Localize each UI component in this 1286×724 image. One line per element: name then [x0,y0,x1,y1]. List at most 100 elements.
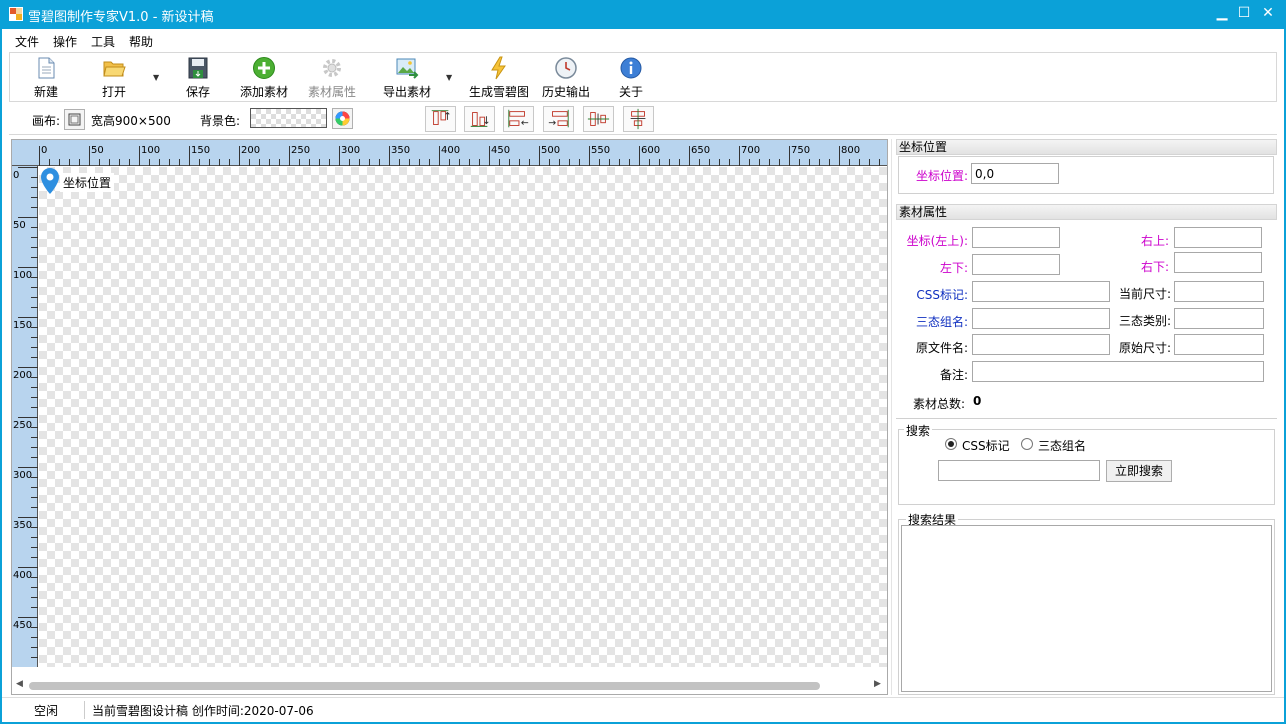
generate-sprite-button[interactable]: 生成雪碧图 [466,53,532,101]
v-ruler-label: 100 [13,270,32,281]
export-asset-button[interactable]: 导出素材 [379,53,435,101]
scroll-right-icon[interactable]: ▶ [874,679,881,689]
align-hcenter-button[interactable] [623,106,654,132]
css-mark-label: CSS标记: [916,288,968,302]
note-field[interactable] [972,361,1264,382]
coord-section-header: 坐标位置 [896,139,1277,155]
bottom-right-label: 右下: [1140,260,1169,274]
color-picker-icon[interactable] [332,108,353,129]
add-asset-label: 添加素材 [239,85,288,99]
save-disk-icon [188,57,208,79]
new-button[interactable]: 新建 [28,53,64,101]
align-left-button[interactable] [503,106,534,132]
window-title: 雪碧图制作专家V1.0 - 新设计稿 [28,10,214,25]
save-label: 保存 [185,85,210,99]
radio-css-mark[interactable] [945,438,957,450]
location-pin-icon[interactable] [40,167,60,195]
minimize-button[interactable]: ▁ [1210,0,1234,29]
status-bar: 空闲 当前雪碧图设计稿 创作时间:2020-07-06 [2,697,1284,722]
add-asset-button[interactable]: 添加素材 [236,53,292,101]
h-ruler-label: 650 [691,145,710,156]
radio-css-mark-label[interactable]: CSS标记 [962,437,1010,454]
css-mark-field[interactable] [972,281,1110,302]
orig-size-label: 原始尺寸: [1118,341,1171,355]
radio-tristate-group[interactable] [1021,438,1033,450]
open-label: 打开 [101,85,126,99]
asset-props-button[interactable]: 素材属性 [304,53,360,101]
align-right-button[interactable] [543,106,574,132]
asset-total-label: 素材总数: [912,397,965,411]
canvas-size-button[interactable] [64,109,85,130]
v-ruler-label: 200 [13,370,32,381]
v-ruler-label: 150 [13,320,32,331]
top-right-field[interactable] [1174,227,1262,248]
new-document-icon [38,57,55,79]
h-ruler-label: 550 [591,145,610,156]
align-top-button[interactable] [425,106,456,132]
current-size-field[interactable] [1174,281,1264,302]
menu-bar: 文件 操作 工具 帮助 [2,29,1284,51]
clock-icon [555,57,577,79]
search-results-list[interactable] [901,525,1272,692]
canvas-label: 画布: [32,114,61,128]
menu-file[interactable]: 文件 [15,33,39,50]
menu-tools[interactable]: 工具 [91,33,115,50]
coord-position-field[interactable] [971,163,1059,184]
export-image-icon [396,58,419,79]
section-divider [896,418,1277,419]
v-ruler-label: 450 [13,620,32,631]
top-right-label: 右上: [1140,234,1169,248]
coord-top-left-label: 坐标(左上): [906,234,968,248]
about-button[interactable]: 关于 [613,53,649,101]
maximize-button[interactable]: ☐ [1232,0,1256,29]
v-ruler-label: 350 [13,520,32,531]
orig-size-field[interactable] [1174,334,1264,355]
horizontal-scrollbar[interactable]: ◀ ▶ [12,677,887,694]
h-ruler-label: 200 [241,145,260,156]
tristate-type-field[interactable] [1174,308,1264,329]
open-dropdown-icon[interactable]: ▼ [153,73,162,82]
v-ruler-label: 250 [13,420,32,431]
history-output-label: 历史输出 [541,85,590,99]
history-output-button[interactable]: 历史输出 [538,53,594,101]
open-button[interactable]: 打开 [96,53,132,101]
lightning-icon [491,56,506,80]
vertical-ruler: 0 50 100 150 200 250 300 350 400 450 [12,166,38,667]
h-ruler-label: 500 [541,145,560,156]
vertical-ruler-ticks: 0 50 100 150 200 250 300 350 400 450 [13,167,38,658]
save-button[interactable]: 保存 [180,53,216,101]
bottom-right-field[interactable] [1174,252,1262,273]
search-input[interactable] [938,460,1100,481]
menu-operation[interactable]: 操作 [53,33,77,50]
h-ruler-label: 350 [391,145,410,156]
add-icon [253,57,275,79]
coord-top-left-field[interactable] [972,227,1060,248]
close-button[interactable]: ✕ [1256,0,1280,29]
tristate-group-field[interactable] [972,308,1110,329]
v-ruler-label: 400 [13,570,32,581]
align-bottom-button[interactable] [464,106,495,132]
menu-help[interactable]: 帮助 [129,33,153,50]
export-dropdown-icon[interactable]: ▼ [446,73,455,82]
panel-splitter[interactable] [891,139,892,695]
h-ruler-label: 100 [141,145,160,156]
new-label: 新建 [33,85,58,99]
bottom-left-field[interactable] [972,254,1060,275]
orig-filename-field[interactable] [972,334,1110,355]
h-ruler-label: 250 [291,145,310,156]
scroll-left-icon[interactable]: ◀ [16,679,23,689]
radio-tristate-group-label[interactable]: 三态组名 [1038,437,1086,454]
align-vcenter-button[interactable] [583,106,614,132]
main-toolbar: 新建 打开 ▼ 保存 添加素材 素材属性 导出素材 ▼ 生成雪碧图 历史输出 关… [9,52,1277,102]
v-ruler-label: 300 [13,470,32,481]
scrollbar-thumb[interactable] [29,682,820,690]
generate-sprite-label: 生成雪碧图 [468,85,529,99]
horizontal-ruler-ticks: 0 50 100 150 200 250 300 350 400 450 500 550 600 650 7… [39,145,880,166]
search-now-button[interactable]: 立即搜索 [1106,460,1172,482]
bg-color-swatch[interactable] [250,108,327,128]
tristate-type-label: 三态类别: [1118,314,1171,328]
canvas-surface[interactable] [39,167,887,667]
h-ruler-label: 450 [491,145,510,156]
export-asset-label: 导出素材 [382,85,431,99]
design-canvas-area: 0 50 100 150 200 250 300 350 400 450 500 550 600 650 7… [11,139,888,695]
